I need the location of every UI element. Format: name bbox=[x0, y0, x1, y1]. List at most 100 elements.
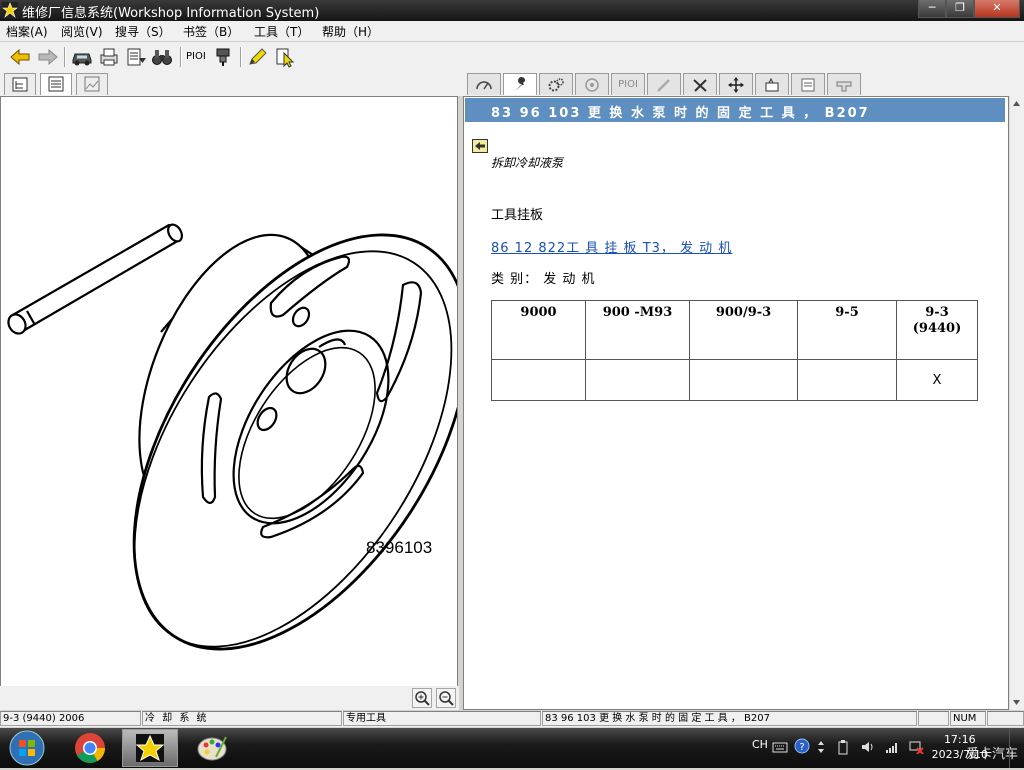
image-view-icon bbox=[84, 76, 100, 92]
paint-palette-icon bbox=[197, 736, 227, 761]
move-arrows-icon bbox=[728, 76, 744, 93]
hand-document-icon bbox=[765, 77, 779, 91]
tab-tools[interactable] bbox=[683, 73, 717, 95]
back-link-icon[interactable] bbox=[472, 139, 488, 153]
title-bar: 维修厂信息系统(Workshop Information System) ─ ❐… bbox=[0, 0, 1024, 21]
keyboard-icon[interactable] bbox=[772, 740, 788, 754]
zoom-out-button[interactable] bbox=[436, 688, 456, 708]
close-button[interactable]: ✕ bbox=[974, 0, 1020, 18]
part-number-label: 8396103 bbox=[366, 538, 432, 557]
status-empty bbox=[918, 711, 949, 726]
tab-tree[interactable] bbox=[4, 73, 36, 95]
wis-star-icon bbox=[135, 734, 165, 762]
network-disconnected-icon[interactable] bbox=[908, 740, 924, 754]
tab-spec[interactable] bbox=[791, 73, 825, 95]
taskbar-chrome[interactable] bbox=[62, 729, 118, 767]
signal-icon[interactable] bbox=[884, 740, 900, 754]
tool-board-link[interactable]: 86 12 822工 具 挂 板 T3， 发 动 机 bbox=[491, 237, 732, 256]
maximize-button[interactable]: ❐ bbox=[946, 0, 974, 18]
car-icon[interactable] bbox=[70, 46, 94, 68]
table-cell bbox=[797, 359, 897, 401]
menu-tools[interactable]: 工具（T） bbox=[254, 23, 309, 40]
menu-view[interactable]: 阅览(V) bbox=[61, 23, 103, 40]
pipe-icon bbox=[836, 81, 852, 91]
tab-component[interactable] bbox=[575, 73, 609, 95]
status-model: 9-3 (9440) 2006 bbox=[0, 711, 141, 726]
forward-arrow-icon[interactable] bbox=[36, 46, 60, 68]
status-type: 专用工具 bbox=[343, 711, 541, 726]
taskbar-paint[interactable] bbox=[184, 729, 240, 767]
table-cell: X bbox=[896, 359, 978, 401]
menu-search[interactable]: 搜寻（S） bbox=[115, 23, 171, 40]
start-button[interactable] bbox=[2, 729, 52, 767]
binoculars-icon[interactable] bbox=[150, 46, 174, 68]
category-label: 类 别： 发 动 机 bbox=[491, 272, 596, 287]
status-bar: 9-3 (9440) 2006 冷 却 系 统 专用工具 83 96 103 更… bbox=[0, 711, 1024, 727]
menu-bookmarks[interactable]: 书签（B） bbox=[183, 23, 239, 40]
table-header: 9000 bbox=[491, 300, 586, 360]
table-header: 9-5 bbox=[797, 300, 897, 360]
tab-image[interactable] bbox=[76, 73, 108, 95]
scroll-down-icon[interactable] bbox=[1010, 696, 1023, 708]
screwdriver-icon bbox=[657, 78, 670, 92]
chrome-icon bbox=[75, 733, 105, 764]
specification-icon bbox=[801, 78, 815, 91]
tab-wrench[interactable] bbox=[503, 73, 537, 95]
wrench-icon bbox=[515, 76, 526, 91]
tab-row: PIOI bbox=[0, 72, 1024, 96]
menu-bar: 档案(A) 阅览(V) 搜寻（S） 书签（B） 工具（T） 帮助（H） bbox=[0, 21, 1024, 42]
scroll-up-icon[interactable] bbox=[1010, 98, 1023, 110]
tray-expand-icon[interactable] bbox=[816, 738, 826, 756]
table-cell bbox=[491, 359, 586, 401]
export-document-icon[interactable] bbox=[124, 46, 148, 68]
tab-document[interactable] bbox=[40, 73, 72, 95]
status-document: 83 96 103 更 换 水 泵 时 的 固 定 工 具 ， B207 bbox=[542, 711, 917, 726]
pioi-toolbar-button[interactable]: PIOI bbox=[186, 51, 206, 62]
taskbar-wis[interactable] bbox=[122, 729, 178, 767]
status-system: 冷 却 系 统 bbox=[142, 711, 342, 726]
windows-start-icon bbox=[9, 730, 45, 766]
highlighter-pen-icon[interactable] bbox=[246, 46, 270, 68]
back-arrow-icon[interactable] bbox=[8, 46, 32, 68]
status-num: NUM bbox=[950, 711, 986, 726]
volume-icon[interactable] bbox=[860, 740, 876, 754]
table-header: 900/9-3 bbox=[689, 300, 798, 360]
document-title: 83 96 103 更 换 水 泵 时 的 固 定 工 具 ， B207 bbox=[491, 106, 870, 121]
diagnostic-tool-icon[interactable] bbox=[211, 46, 235, 68]
gauge-icon bbox=[476, 80, 492, 89]
usb-device-icon[interactable] bbox=[836, 740, 850, 756]
tab-tool[interactable] bbox=[647, 73, 681, 95]
toolbar: PIOI bbox=[0, 42, 1024, 73]
document-list-icon bbox=[48, 76, 64, 92]
minimize-button[interactable]: ─ bbox=[918, 0, 946, 18]
help-icon[interactable]: ? bbox=[794, 738, 810, 754]
print-icon[interactable] bbox=[97, 46, 121, 68]
water-pump-tool-drawing: 8396103 bbox=[7, 223, 457, 651]
table-header: 900 -M93 bbox=[585, 300, 690, 360]
zoom-in-icon bbox=[415, 691, 430, 706]
pointer-document-icon[interactable] bbox=[273, 46, 297, 68]
illustration-pane: 8396103 bbox=[0, 96, 458, 709]
tab-move[interactable] bbox=[719, 73, 753, 95]
input-language[interactable]: CH bbox=[752, 738, 768, 751]
tab-hand-doc[interactable] bbox=[755, 73, 789, 95]
menu-file[interactable]: 档案(A) bbox=[6, 23, 48, 40]
tree-view-icon bbox=[12, 77, 28, 92]
model-applicability-table: 9000 900 -M93 900/9-3 9-5 9-3 (9440) X bbox=[491, 300, 978, 401]
zoom-in-button[interactable] bbox=[412, 688, 432, 708]
gears-icon bbox=[548, 77, 564, 91]
zoom-bar bbox=[0, 686, 460, 710]
status-extra bbox=[987, 711, 1024, 726]
table-cell bbox=[585, 359, 690, 401]
menu-help[interactable]: 帮助（H） bbox=[322, 23, 379, 40]
procedure-subtitle: 拆卸冷却液泵 bbox=[491, 156, 564, 170]
show-desktop-button[interactable] bbox=[1009, 728, 1024, 768]
document-header: 83 96 103 更 换 水 泵 时 的 固 定 工 具 ， B207 bbox=[465, 98, 1005, 122]
tab-gauge[interactable] bbox=[467, 73, 501, 95]
table-header: 9-3 (9440) bbox=[896, 300, 978, 360]
vertical-scrollbar[interactable] bbox=[1009, 96, 1024, 710]
tab-gears[interactable] bbox=[539, 73, 573, 95]
tab-pioi[interactable]: PIOI bbox=[611, 73, 645, 95]
tab-pipe[interactable] bbox=[827, 73, 861, 95]
tools-icon bbox=[693, 78, 707, 92]
